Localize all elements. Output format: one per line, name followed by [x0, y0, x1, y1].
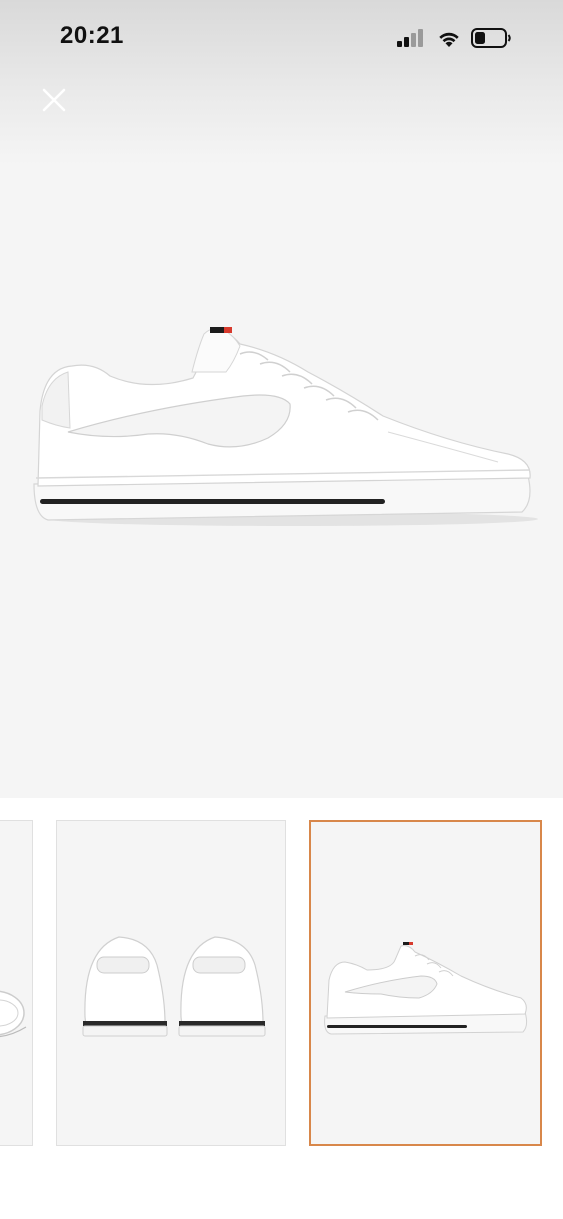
close-button[interactable]	[36, 82, 72, 118]
battery-icon	[471, 28, 511, 48]
status-icons	[397, 26, 527, 50]
thumbnail-side-view-selected[interactable]	[309, 820, 542, 1146]
cellular-signal-icon	[397, 29, 423, 47]
thumbnail-sole-view[interactable]	[0, 820, 33, 1146]
main-product-image[interactable]: 20:21	[0, 0, 563, 798]
product-gallery-screen: 20:21	[0, 0, 563, 1219]
sneaker-back-thumbnail-image	[82, 936, 266, 1037]
sneaker-side-thumbnail-image	[324, 942, 528, 1035]
close-icon	[42, 88, 66, 112]
status-bar: 20:21	[0, 0, 563, 76]
thumbnail-back-view[interactable]	[56, 820, 286, 1146]
sneaker-side-view-image	[33, 327, 538, 526]
wifi-icon	[439, 32, 459, 47]
sneaker-sole-thumbnail-image	[0, 990, 27, 1038]
status-time: 20:21	[60, 22, 124, 49]
thumbnail-strip	[0, 798, 563, 1219]
